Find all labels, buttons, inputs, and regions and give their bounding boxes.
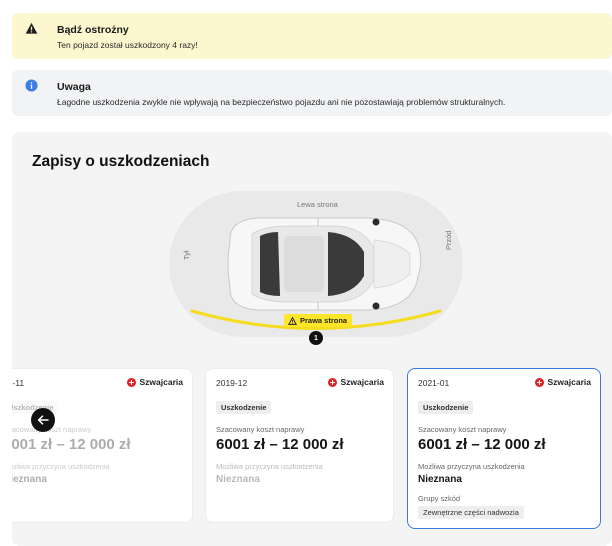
label-front: Przód (444, 230, 453, 250)
record-date: 2021-01 (418, 378, 450, 388)
record-date: 2019-12 (216, 378, 248, 388)
cause-label: Możliwa przyczyna uszkodzenia (12, 462, 110, 471)
arrow-left-icon (37, 415, 49, 425)
cause-label: Możliwa przyczyna uszkodzenia (418, 462, 525, 471)
cause-label: Możliwa przyczyna uszkodzenia (216, 462, 323, 471)
cause-value: Nieznana (12, 474, 47, 485)
info-alert: Uwaga Łagodne uszkodzenia zwykle nie wpł… (12, 70, 612, 116)
country-label: Szwajcaria (340, 377, 384, 387)
warning-title: Bądź ostrożny (57, 24, 129, 36)
swiss-flag-icon (327, 377, 337, 387)
info-message: Łagodne uszkodzenia zwykle nie wpływają … (57, 97, 506, 107)
record-country: Szwajcaria (126, 377, 183, 387)
car-top-view-icon (227, 217, 422, 311)
right-side-badge[interactable]: Prawa strona (284, 314, 353, 327)
swiss-flag-icon (534, 377, 544, 387)
cause-value: Nieznana (216, 474, 260, 485)
swiss-flag-icon (126, 377, 136, 387)
warning-icon (25, 22, 38, 34)
repair-cost-value: 6001 zł – 12 000 zł (216, 436, 344, 453)
label-left-side: Lewa strona (297, 200, 338, 209)
warning-message: Ten pojazd został uszkodzony 4 razy! (57, 40, 198, 50)
damage-record-card[interactable]: 18-11 Szwajcaria Uszkodzenie Szacowany k… (12, 368, 193, 523)
country-label: Szwajcaria (547, 377, 591, 387)
cause-value: Nieznana (418, 474, 462, 485)
repair-cost-value: 6001 zł – 12 000 zł (418, 436, 546, 453)
record-date: 18-11 (12, 378, 25, 388)
repair-cost-label: Szacowany koszt naprawy (418, 425, 507, 434)
carousel-prev-button[interactable] (31, 408, 55, 432)
record-country: Szwajcaria (534, 377, 591, 387)
damage-type-tag: Uszkodzenie (418, 401, 474, 414)
damage-group-label: Grupy szkód (418, 494, 461, 503)
info-icon (25, 79, 38, 92)
damage-group-tag: Zewnętrzne części nadwozia (418, 506, 524, 519)
right-side-label: Prawa strona (300, 316, 348, 325)
record-country: Szwajcaria (327, 377, 384, 387)
warning-alert: Bądź ostrożny Ten pojazd został uszkodzo… (12, 13, 612, 59)
section-title: Zapisy o uszkodzeniach (32, 153, 210, 170)
damage-type-tag: Uszkodzenie (216, 401, 272, 414)
damage-marker[interactable]: 1 (309, 331, 323, 345)
warning-triangle-icon (288, 316, 297, 325)
damage-record-card-selected[interactable]: 2021-01 Szwajcaria Uszkodzenie Szacowany… (407, 368, 601, 529)
repair-cost-label: Szacowany koszt naprawy (216, 425, 305, 434)
repair-cost-value: 6001 zł – 12 000 zł (12, 436, 131, 453)
info-title: Uwaga (57, 81, 91, 93)
damage-records-panel: Zapisy o uszkodzeniach Lewa strona Tył P… (12, 132, 612, 546)
label-back: Tył (182, 250, 191, 260)
country-label: Szwajcaria (139, 377, 183, 387)
damage-record-card[interactable]: 2019-12 Szwajcaria Uszkodzenie Szacowany… (205, 368, 394, 523)
